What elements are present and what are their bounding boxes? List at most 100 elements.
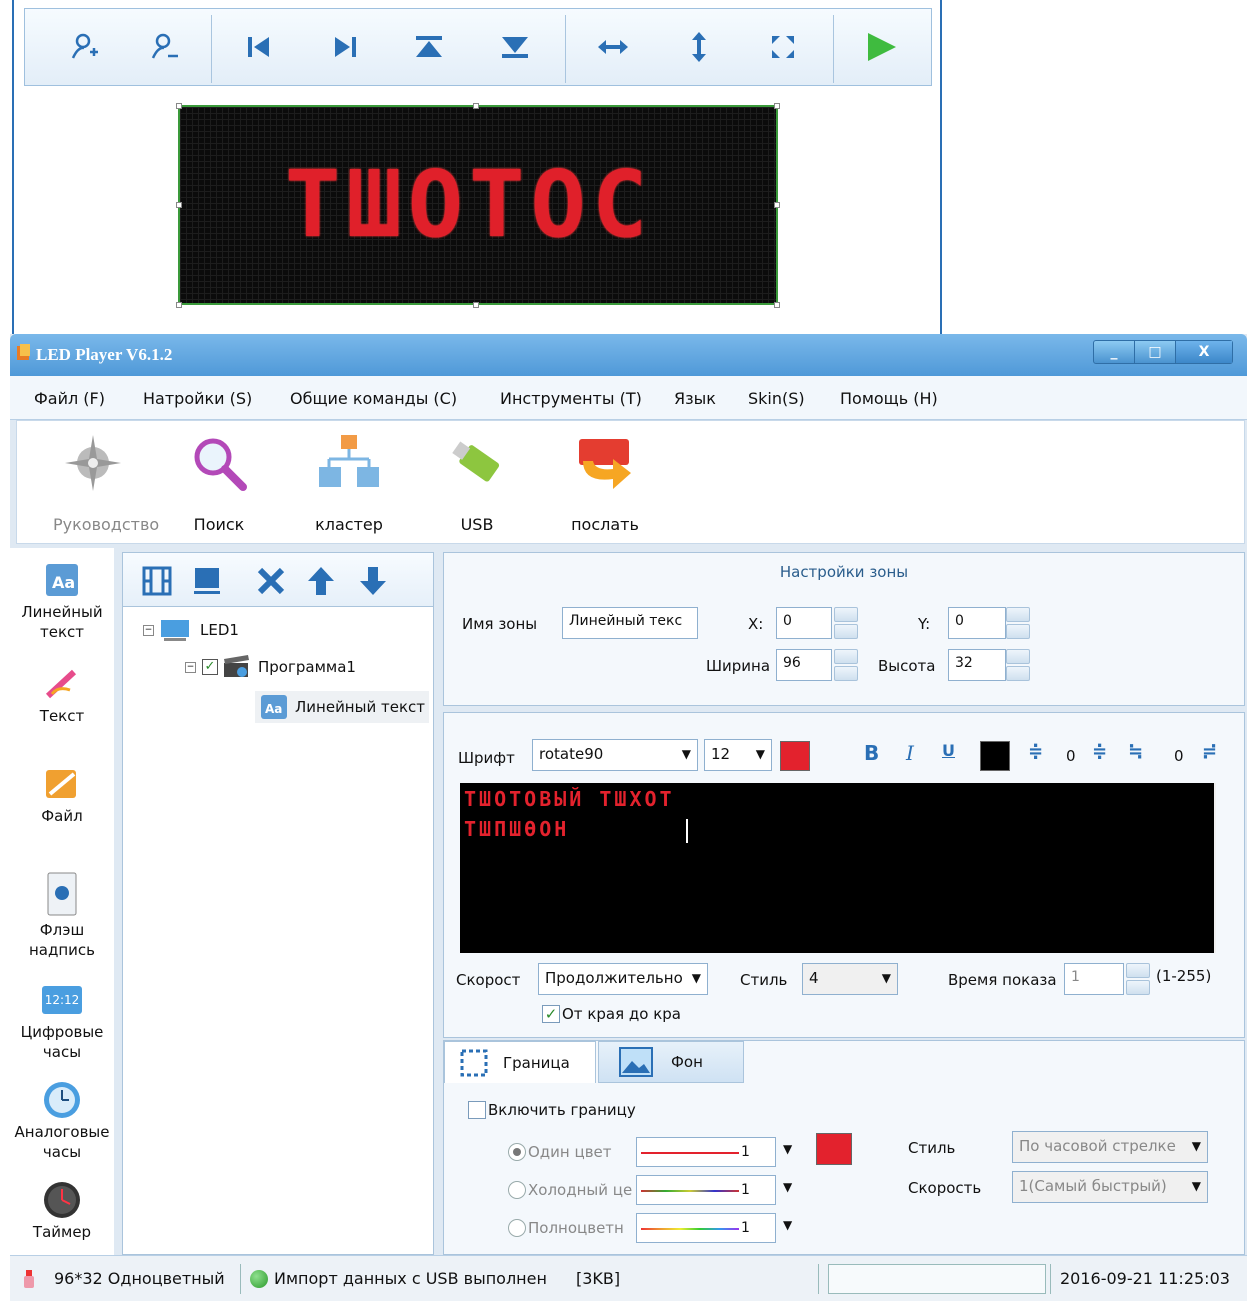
width-label: Ширина: [706, 657, 771, 675]
y-spinner[interactable]: [1006, 607, 1030, 639]
play-icon[interactable]: [861, 27, 901, 67]
collapse-toggle-icon[interactable]: −: [185, 661, 196, 673]
resize-handle[interactable]: [774, 202, 780, 208]
palette-flash[interactable]: Флэш надпись: [10, 870, 114, 960]
menu-skin[interactable]: Skin(S): [748, 389, 805, 408]
resize-handle[interactable]: [473, 302, 479, 308]
width-input[interactable]: 96: [776, 649, 832, 681]
font-label: Шрифт: [458, 749, 515, 767]
tab-border[interactable]: Граница: [444, 1041, 596, 1083]
minimize-button[interactable]: _: [1094, 341, 1134, 363]
align-bottom-icon[interactable]: ≓: [1202, 741, 1217, 762]
resize-handle[interactable]: [176, 202, 182, 208]
usb-button[interactable]: USB: [437, 431, 517, 534]
full-color-radio[interactable]: [508, 1219, 526, 1237]
delete-icon[interactable]: [253, 563, 289, 599]
align-top-icon[interactable]: ≑: [1092, 741, 1107, 762]
add-screen-icon[interactable]: [189, 563, 225, 599]
bold-button[interactable]: B: [864, 741, 879, 765]
guide-button[interactable]: Руководство: [53, 431, 159, 534]
led-preview-text: ТШОТОС: [285, 151, 654, 258]
speed-select[interactable]: Продолжительно ▼: [538, 963, 708, 995]
collapse-toggle-icon[interactable]: −: [143, 624, 154, 636]
maximize-button[interactable]: □: [1134, 341, 1175, 363]
x-spinner[interactable]: [834, 607, 858, 639]
edge-to-edge-checkbox[interactable]: ✓: [542, 1005, 560, 1023]
menu-settings[interactable]: Натройки (S): [143, 389, 252, 408]
move-down-icon[interactable]: [355, 563, 391, 599]
fit-width-icon[interactable]: [593, 27, 633, 67]
zoom-out-user-icon[interactable]: [145, 27, 185, 67]
fit-height-icon[interactable]: [679, 27, 719, 67]
underline-button[interactable]: U: [942, 741, 955, 760]
resize-handle[interactable]: [176, 103, 182, 109]
display-time-input[interactable]: 1: [1064, 963, 1124, 995]
search-button[interactable]: Поиск: [179, 431, 259, 534]
x-input[interactable]: 0: [776, 607, 832, 639]
move-up-icon[interactable]: [303, 563, 339, 599]
resize-handle[interactable]: [176, 302, 182, 308]
zone-name-input[interactable]: Линейный текс: [562, 607, 698, 639]
palette-timer-label: Таймер: [32, 1223, 92, 1241]
menu-language[interactable]: Язык: [674, 389, 716, 408]
palette-analog-clock[interactable]: Аналоговые часы: [10, 1080, 114, 1162]
font-select[interactable]: rotate90 ▼: [532, 739, 698, 771]
border-speed-select[interactable]: 1(Самый быстрый) ▼: [1012, 1171, 1208, 1203]
width-spinner[interactable]: [834, 649, 858, 681]
height-spinner[interactable]: [1006, 649, 1030, 681]
border-style-select[interactable]: По часовой стрелке ▼: [1012, 1131, 1208, 1163]
char-spacing-icon[interactable]: ≒: [1128, 741, 1143, 762]
menu-help[interactable]: Помощь (H): [840, 389, 938, 408]
palette-timer[interactable]: Таймер: [10, 1180, 114, 1242]
tab-background[interactable]: Фон: [598, 1041, 744, 1083]
status-datetime: 2016-09-21 11:25:03: [1060, 1269, 1230, 1288]
fullscreen-icon[interactable]: [763, 27, 803, 67]
main-window: LED Player V6.1.2 _ □ X Файл (F) Натройк…: [10, 334, 1247, 1301]
font-size-select[interactable]: 12 ▼: [704, 739, 772, 771]
zoom-in-user-icon[interactable]: [65, 27, 105, 67]
tree-node-program1[interactable]: − ✓ Программа1: [185, 655, 356, 679]
close-button[interactable]: X: [1175, 341, 1232, 363]
text-editor-area[interactable]: ТШОТОВЫЙ ТШХОТ ТШПШѲОН ︿﹀: [460, 783, 1216, 953]
first-frame-icon[interactable]: [239, 27, 279, 67]
style-select[interactable]: 4 ▼: [802, 963, 898, 995]
send-button[interactable]: послать: [565, 431, 645, 534]
border-color-picker[interactable]: [816, 1133, 852, 1165]
resize-handle[interactable]: [774, 302, 780, 308]
move-top-icon[interactable]: [409, 27, 449, 67]
resize-handle[interactable]: [473, 103, 479, 109]
palette-file[interactable]: Файл: [10, 764, 114, 826]
enable-border-checkbox[interactable]: [468, 1101, 486, 1119]
palette-line-text[interactable]: Aa Линейный текст: [10, 560, 114, 642]
background-color-picker[interactable]: [980, 741, 1010, 771]
menu-tools[interactable]: Инструменты (T): [500, 389, 642, 408]
display-time-spinner[interactable]: [1126, 963, 1150, 995]
menu-file[interactable]: Файл (F): [34, 389, 105, 408]
scroll-down-icon[interactable]: ﹀: [1214, 926, 1216, 943]
last-frame-icon[interactable]: [325, 27, 365, 67]
move-bottom-icon[interactable]: [495, 27, 535, 67]
scroll-up-icon[interactable]: ︿: [1214, 783, 1216, 800]
cluster-button[interactable]: кластер: [309, 431, 389, 534]
italic-button[interactable]: I: [906, 741, 914, 765]
cold-color-line-select[interactable]: 1 ▼: [636, 1175, 792, 1205]
palette-file-label: Файл: [41, 807, 83, 825]
menu-commands[interactable]: Общие команды (C): [290, 389, 457, 408]
one-color-radio[interactable]: [508, 1143, 526, 1161]
full-color-line-select[interactable]: 1 ▼: [636, 1213, 792, 1243]
tree-node-led1[interactable]: − LED1: [143, 619, 239, 641]
palette-text[interactable]: Текст: [10, 664, 114, 726]
status-separator: [240, 1264, 241, 1294]
editor-scrollbar[interactable]: ︿﹀: [1214, 783, 1216, 953]
add-program-icon[interactable]: [139, 563, 175, 599]
palette-digital-clock[interactable]: 12:12 Цифровые часы: [10, 980, 114, 1062]
resize-handle[interactable]: [774, 103, 780, 109]
one-color-line-select[interactable]: 1 ▼: [636, 1137, 792, 1167]
line-spacing-icon[interactable]: ≑: [1028, 741, 1043, 762]
program-checkbox[interactable]: ✓: [202, 659, 218, 675]
text-color-picker[interactable]: [780, 741, 810, 771]
tree-node-line-text[interactable]: Aa Линейный текст: [255, 691, 429, 723]
y-input[interactable]: 0: [948, 607, 1006, 639]
height-input[interactable]: 32: [948, 649, 1006, 681]
cold-color-radio[interactable]: [508, 1181, 526, 1199]
